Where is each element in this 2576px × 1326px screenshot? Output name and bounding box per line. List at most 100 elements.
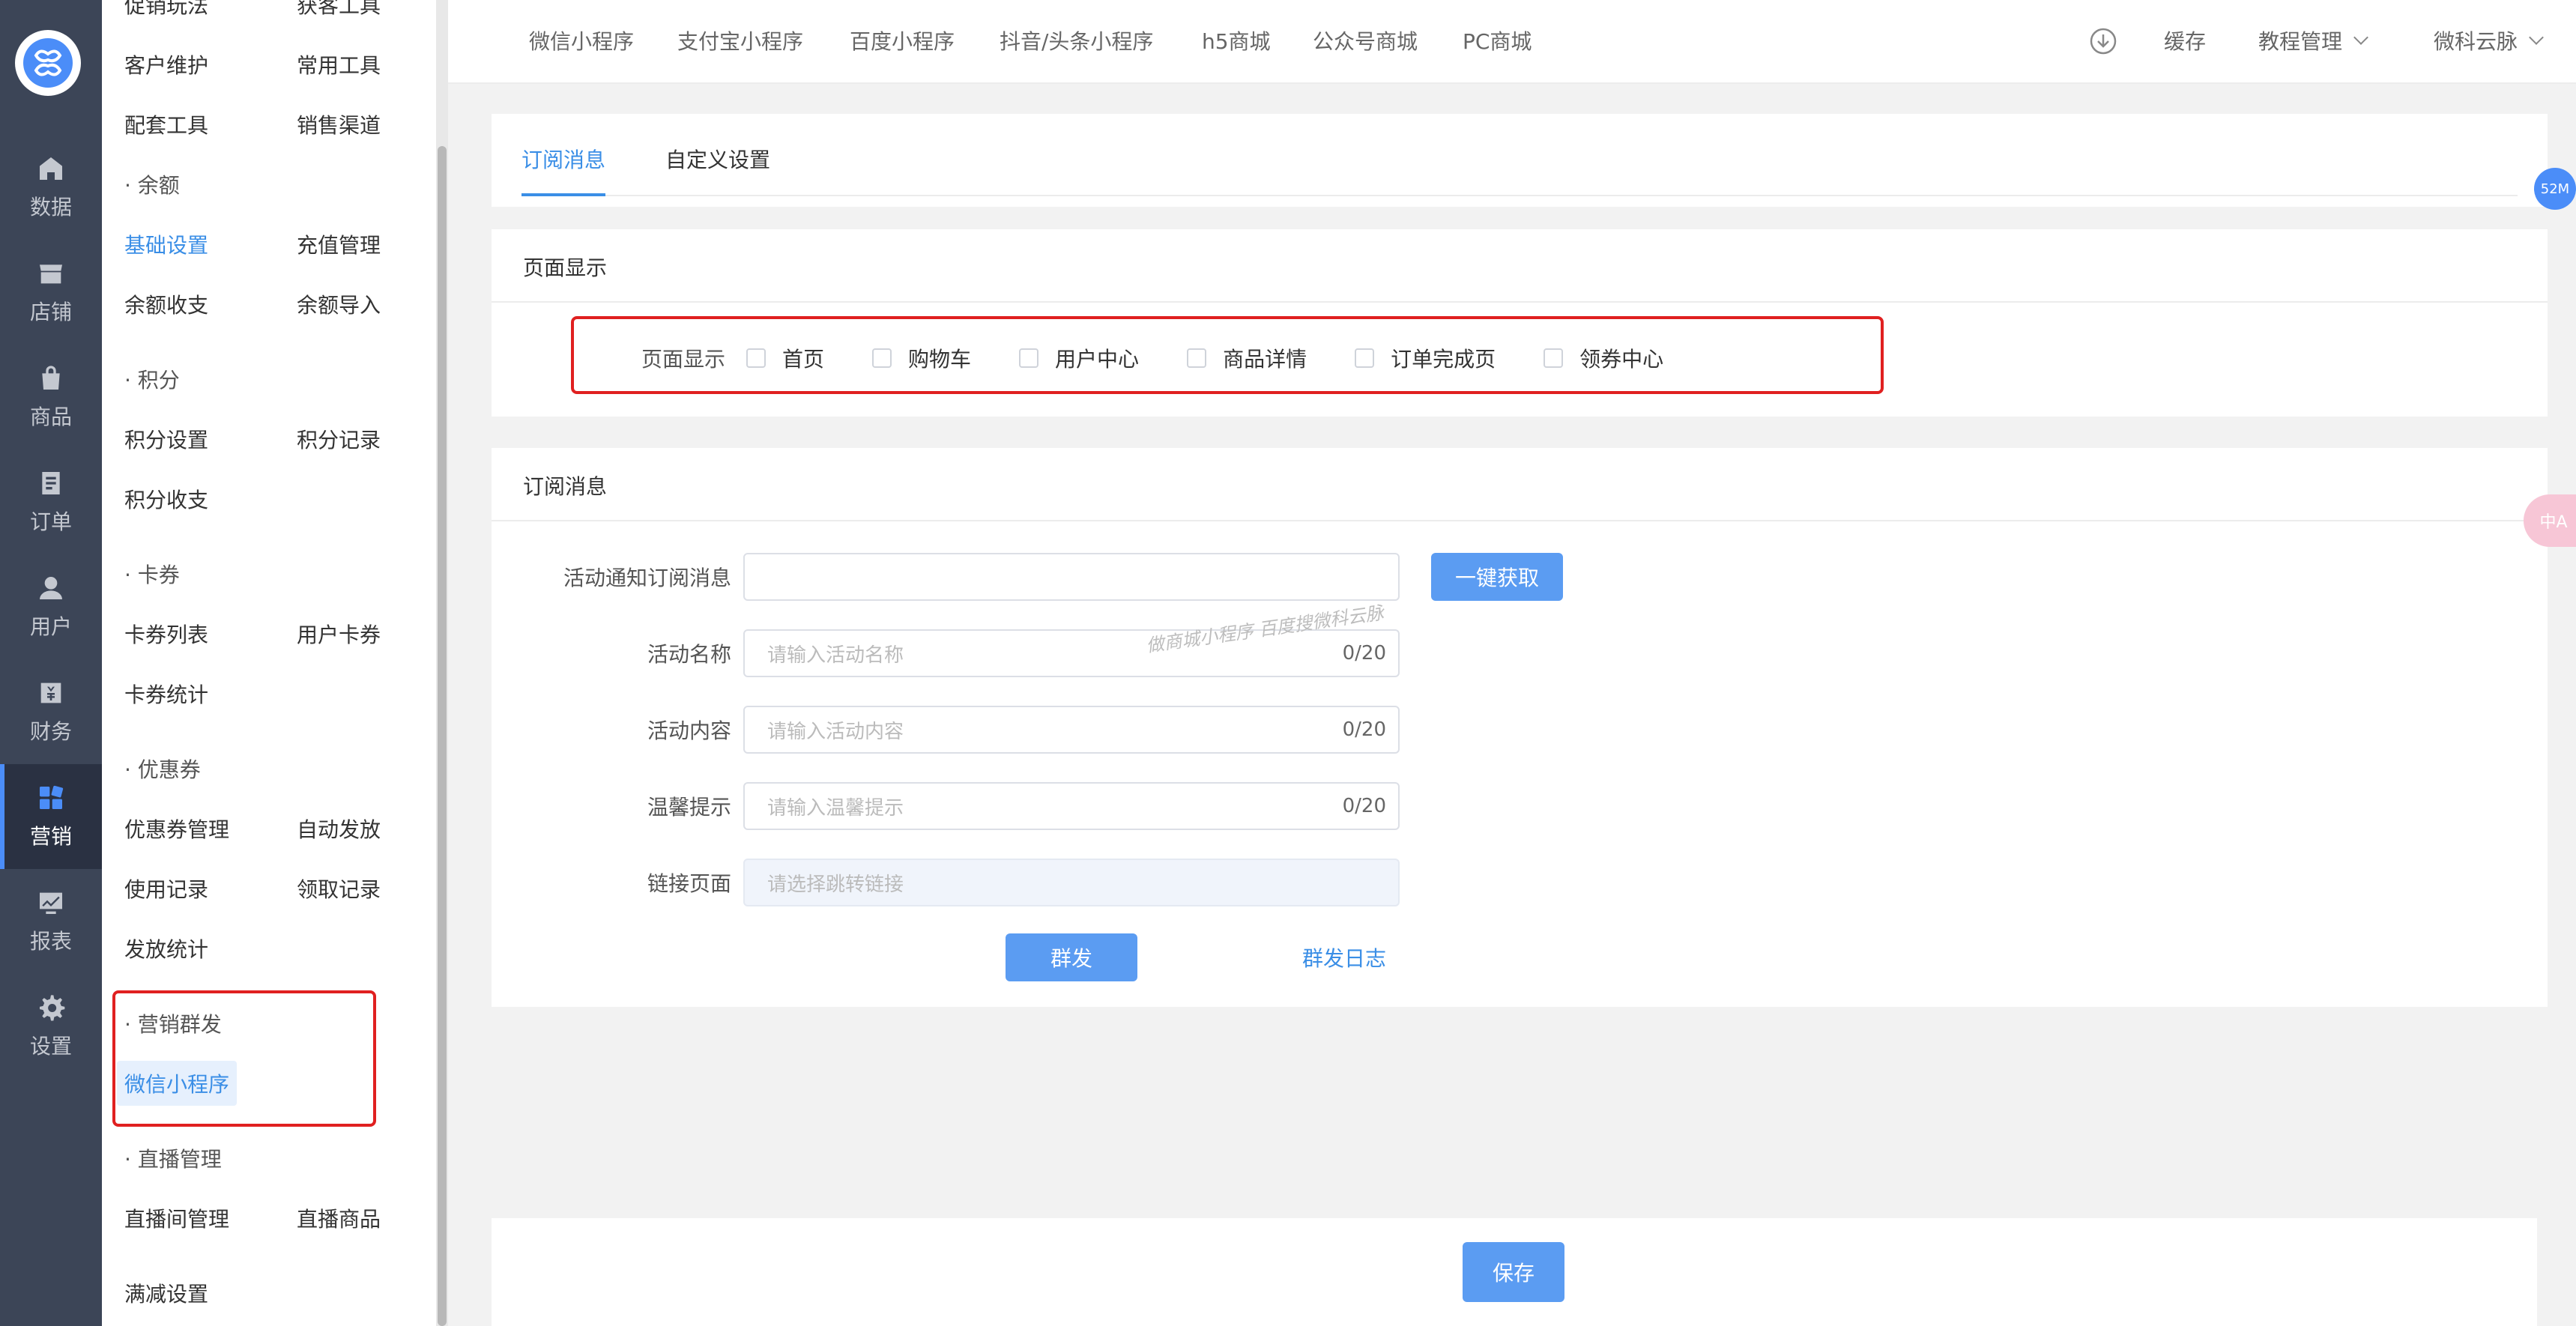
send-button[interactable]: 群发	[1006, 933, 1137, 981]
grid-icon	[40, 785, 64, 809]
menu-item-acquisition[interactable]: 获客工具	[297, 0, 381, 19]
link-page-label: 链接页面	[647, 871, 731, 896]
menu-item-coupon-mgmt[interactable]: 优惠券管理	[124, 814, 229, 844]
menu-item-common-tools[interactable]: 常用工具	[297, 49, 381, 79]
tab-subscribe-message[interactable]: 订阅消息	[521, 144, 605, 174]
activity-name-input[interactable]: 请输入活动名称 0/20	[743, 629, 1400, 677]
order-icon	[42, 472, 60, 494]
nav-alipay-mini[interactable]: 支付宝小程序	[677, 25, 803, 55]
rail-item-data[interactable]: 数据	[0, 135, 102, 240]
chevron-down-icon	[2529, 30, 2544, 45]
menu-item-issue-stats[interactable]: 发放统计	[124, 933, 208, 963]
nav-pc-mall[interactable]: PC商城	[1463, 25, 1532, 55]
page-display-row: 页面显示 首页 购物车 用户中心 商品详情 订单完成页 领券中心	[641, 343, 1711, 373]
rail-item-goods[interactable]: 商品	[0, 345, 102, 449]
activity-content-input[interactable]: 请输入活动内容 0/20	[743, 706, 1400, 754]
checkbox-label: 用户中心	[1055, 347, 1140, 372]
checkbox-cart[interactable]: 购物车	[872, 343, 971, 373]
menu-item-balance-io[interactable]: 余额收支	[124, 289, 208, 319]
fetch-button[interactable]: 一键获取	[1431, 553, 1563, 601]
rail-item-orders[interactable]: 订单	[0, 449, 102, 554]
menu-item-claim-record[interactable]: 领取记录	[297, 874, 381, 903]
menu-item-user-cards[interactable]: 用户卡券	[297, 619, 381, 649]
checkbox-coupon-center[interactable]: 领券中心	[1544, 343, 1663, 373]
menu-item-auto-issue[interactable]: 自动发放	[297, 814, 381, 844]
cache-button[interactable]: 缓存	[2164, 25, 2206, 55]
menu-item-recharge-mgmt[interactable]: 充值管理	[297, 229, 381, 259]
menu-item-support-tools[interactable]: 配套工具	[124, 109, 208, 139]
rail-item-users[interactable]: 用户	[0, 554, 102, 659]
menu-group-balance: · 余额	[124, 173, 180, 198]
link-page-select[interactable]: 请选择跳转链接	[743, 859, 1400, 906]
tip-input[interactable]: 请输入温馨提示 0/20	[743, 782, 1400, 830]
menu-item-live-room-mgmt[interactable]: 直播间管理	[124, 1203, 229, 1233]
menu-item-live-goods[interactable]: 直播商品	[297, 1203, 381, 1233]
menu-item-balance-import[interactable]: 余额导入	[297, 289, 381, 319]
memory-badge[interactable]: 52M	[2534, 168, 2576, 210]
download-button[interactable]	[2089, 27, 2117, 55]
menu-item-customer-maint[interactable]: 客户维护	[124, 49, 208, 79]
rail-item-shop[interactable]: 店铺	[0, 240, 102, 345]
tip-placeholder: 请输入温馨提示	[767, 796, 904, 820]
menu-item-wechat-mini[interactable]: 微信小程序	[117, 1061, 238, 1106]
checkbox-box[interactable]	[872, 348, 892, 368]
menu-group-live: · 直播管理	[124, 1147, 222, 1172]
rail-label: 店铺	[29, 300, 72, 324]
page-display-title: 页面显示	[523, 255, 608, 280]
menu-item-points-record[interactable]: 积分记录	[297, 424, 381, 454]
nav-douyin-mini[interactable]: 抖音/头条小程序	[1000, 25, 1153, 55]
menu-item-points-settings[interactable]: 积分设置	[124, 424, 208, 454]
checkbox-box[interactable]	[1355, 348, 1375, 368]
save-button[interactable]: 保存	[1463, 1242, 1564, 1302]
account-label: 微科云脉	[2434, 29, 2518, 54]
card-divider	[492, 301, 2548, 303]
checkbox-box[interactable]	[1019, 348, 1039, 368]
menu-item-promotion[interactable]: 促销玩法	[124, 0, 208, 19]
nav-official-account-mall[interactable]: 公众号商城	[1313, 25, 1418, 55]
rail-item-finance[interactable]: 财务	[0, 659, 102, 764]
checkbox-box[interactable]	[1544, 348, 1564, 368]
menu-item-card-list[interactable]: 卡券列表	[124, 619, 208, 649]
left-rail: 数据 店铺 商品 订单 用户 财务 营销 报表 设置	[0, 0, 102, 1326]
char-count: 0/20	[1342, 795, 1386, 817]
rail-item-report[interactable]: 报表	[0, 869, 102, 974]
submenu-scrollbar-thumb[interactable]	[438, 146, 447, 1326]
rail-label: 数据	[29, 195, 72, 220]
subscribe-message-card: 订阅消息 活动通知订阅消息 一键获取 活动名称 请输入活动名称 0/20 活动内…	[492, 448, 2548, 1007]
checkbox-box[interactable]	[746, 348, 767, 368]
active-tab-indicator	[521, 193, 605, 196]
menu-item-usage-record[interactable]: 使用记录	[124, 874, 208, 903]
tutorial-dropdown[interactable]: 教程管理	[2258, 25, 2368, 55]
checkbox-user-center[interactable]: 用户中心	[1019, 343, 1139, 373]
app-logo[interactable]	[15, 30, 81, 96]
menu-item-basic-settings[interactable]: 基础设置	[124, 229, 208, 259]
account-dropdown[interactable]: 微科云脉	[2434, 25, 2544, 55]
link-page-placeholder: 请选择跳转链接	[767, 873, 904, 896]
tab-custom-settings[interactable]: 自定义设置	[665, 144, 770, 174]
checkbox-label: 领券中心	[1579, 347, 1664, 372]
finance-icon	[40, 682, 61, 703]
translate-button[interactable]: 中A	[2524, 494, 2576, 547]
card-divider	[492, 520, 2548, 521]
checkbox-home[interactable]: 首页	[746, 343, 824, 373]
menu-item-points-io[interactable]: 积分收支	[124, 484, 208, 514]
activity-notice-input[interactable]	[743, 553, 1400, 601]
checkbox-order-complete[interactable]: 订单完成页	[1355, 343, 1496, 373]
rail-item-settings[interactable]: 设置	[0, 974, 102, 1079]
nav-h5-mall[interactable]: h5商城	[1202, 25, 1271, 55]
nav-wechat-mini[interactable]: 微信小程序	[529, 25, 634, 55]
checkbox-product-detail[interactable]: 商品详情	[1187, 343, 1307, 373]
logo-icon	[23, 38, 73, 88]
rail-item-marketing[interactable]: 营销	[0, 764, 102, 869]
subscribe-title: 订阅消息	[523, 474, 608, 499]
nav-baidu-mini[interactable]: 百度小程序	[850, 25, 955, 55]
menu-item-sales-channel[interactable]: 销售渠道	[297, 109, 381, 139]
menu-group-points: · 积分	[124, 368, 180, 393]
menu-item-full-reduction[interactable]: 满减设置	[124, 1278, 208, 1308]
checkbox-box[interactable]	[1187, 348, 1207, 368]
marketing-submenu: 促销玩法 获客工具 客户维护 常用工具 配套工具 销售渠道 · 余额 基础设置 …	[102, 0, 448, 1326]
char-count: 0/20	[1342, 642, 1386, 664]
send-log-link[interactable]: 群发日志	[1302, 942, 1386, 972]
menu-item-card-stats[interactable]: 卡券统计	[124, 679, 208, 709]
checkbox-label: 订单完成页	[1391, 347, 1496, 372]
